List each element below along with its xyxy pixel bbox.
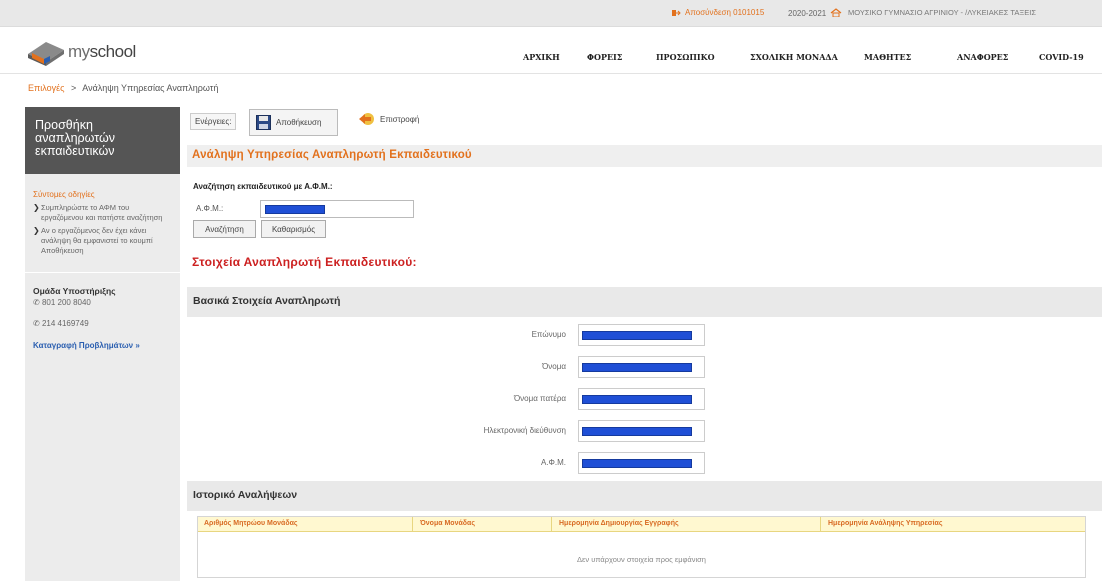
empty-table-message: Δεν υπάρχουν στοιχεία προς εμφάνιση bbox=[577, 555, 706, 564]
afm-detail-label: Α.Φ.Μ. bbox=[540, 458, 566, 467]
action-toolbar: Ενέργειες: Αποθήκευση Επιστροφή bbox=[187, 107, 1102, 145]
school-year: 2020-2021 bbox=[788, 9, 827, 18]
nav-covid[interactable]: COVID-19 bbox=[1039, 52, 1084, 62]
col-unit-registry[interactable]: Αριθμός Μητρώου Μονάδας bbox=[204, 520, 298, 527]
afm-search-input[interactable] bbox=[260, 200, 414, 218]
history-table: Αριθμός Μητρώου Μονάδας Όνομα Μονάδας Ημ… bbox=[197, 516, 1086, 578]
col-unit-name[interactable]: Όνομα Μονάδας bbox=[420, 520, 475, 527]
breadcrumb-options-link[interactable]: Επιλογές bbox=[28, 83, 64, 93]
redacted-value bbox=[582, 459, 692, 468]
arrow-right-icon: ❯ bbox=[33, 226, 40, 235]
nav-school-unit[interactable]: ΣΧΟΛΙΚΗ ΜΟΝΑΔΑ bbox=[750, 52, 838, 62]
support-title: Ομάδα Υποστήριξης bbox=[33, 286, 116, 296]
redacted-value bbox=[582, 395, 692, 404]
email-field[interactable] bbox=[578, 420, 705, 442]
help-title: Σύντομες οδηγίες bbox=[33, 190, 95, 199]
history-section-header: Ιστορικό Αναλήψεων bbox=[187, 481, 1102, 511]
firstname-field[interactable] bbox=[578, 356, 705, 378]
phone-icon: ✆ bbox=[33, 319, 42, 328]
fathername-label: Όνομα πατέρα bbox=[513, 394, 566, 403]
sidebar: Προσθήκη αναπληρωτών εκπαιδευτικών Σύντο… bbox=[25, 107, 180, 581]
school-name: ΜΟΥΣΙΚΟ ΓΥΜΝΑΣΙΟ ΑΓΡΙΝΙΟΥ - /ΛΥΚΕΙΑΚΕΣ Τ… bbox=[848, 8, 1036, 17]
logout-icon bbox=[672, 9, 681, 16]
report-problems-link[interactable]: Καταγραφή Προβλημάτων » bbox=[33, 341, 172, 350]
col-start-date[interactable]: Ημερομηνία Ανάληψης Υπηρεσίας bbox=[828, 520, 942, 527]
back-button[interactable]: Επιστροφή bbox=[357, 112, 419, 126]
school-selector[interactable]: ΜΟΥΣΙΚΟ ΓΥΜΝΑΣΙΟ ΑΓΡΙΝΙΟΥ - /ΛΥΚΕΙΑΚΕΣ Τ… bbox=[830, 8, 1036, 17]
column-divider bbox=[820, 517, 821, 532]
support-phone-1: ✆ 801 200 8040 bbox=[33, 298, 91, 307]
actions-label: Ενέργειες: bbox=[190, 113, 237, 130]
nav-bodies[interactable]: ΦΟΡΕΙΣ bbox=[587, 52, 622, 62]
details-title: Στοιχεία Αναπληρωτή Εκπαιδευτικού: bbox=[192, 255, 417, 269]
column-divider bbox=[412, 517, 413, 532]
help-item: ❯ Αν ο εργαζόμενος δεν έχει κάνει ανάληψη… bbox=[33, 226, 153, 255]
nav-home[interactable]: ΑΡΧΙΚΗ bbox=[523, 52, 560, 62]
nav-reports[interactable]: ΑΝΑΦΟΡΕΣ bbox=[957, 52, 1008, 62]
firstname-label: Όνομα bbox=[542, 362, 566, 371]
afm-detail-field[interactable] bbox=[578, 452, 705, 474]
fathername-field[interactable] bbox=[578, 388, 705, 410]
column-divider bbox=[551, 517, 552, 532]
top-utility-bar: Αποσύνδεση 0101015 2020-2021 ΜΟΥΣΙΚΟ ΓΥΜ… bbox=[0, 0, 1102, 27]
breadcrumb-separator: > bbox=[70, 83, 77, 93]
floppy-disk-icon bbox=[256, 115, 271, 130]
nav-students[interactable]: ΜΑΘΗΤΕΣ bbox=[864, 52, 911, 62]
arrow-right-icon: ❯ bbox=[33, 203, 40, 212]
back-arrow-icon bbox=[359, 113, 374, 125]
history-table-header: Αριθμός Μητρώου Μονάδας Όνομα Μονάδας Ημ… bbox=[198, 517, 1085, 532]
email-label: Ηλεκτρονική διεύθυνση bbox=[483, 426, 566, 435]
redacted-value bbox=[582, 427, 692, 436]
back-label: Επιστροφή bbox=[380, 114, 420, 124]
support-phone-2: ✆ 214 4169749 bbox=[33, 319, 89, 328]
help-box: Σύντομες οδηγίες ❯ Συμπληρώστε το ΑΦΜ του… bbox=[25, 174, 180, 256]
site-header: myschool ΑΡΧΙΚΗ ΦΟΡΕΙΣ ΠΡΟΣΩΠΙΚΟ ΣΧΟΛΙΚΗ… bbox=[0, 28, 1102, 74]
redacted-value bbox=[265, 205, 325, 214]
save-button[interactable]: Αποθήκευση bbox=[249, 109, 338, 136]
basic-section-header: Βασικά Στοιχεία Αναπληρωτή bbox=[187, 287, 1102, 317]
history-section-title: Ιστορικό Αναλήψεων bbox=[193, 489, 298, 501]
breadcrumb-current: Ανάληψη Υπηρεσίας Αναπληρωτή bbox=[82, 83, 219, 93]
sidebar-title: Προσθήκη αναπληρωτών εκπαιδευτικών bbox=[25, 107, 180, 174]
page-title: Ανάληψη Υπηρεσίας Αναπληρωτή Εκπαιδευτικ… bbox=[192, 149, 472, 161]
logout-link[interactable]: Αποσύνδεση 0101015 bbox=[672, 8, 764, 17]
surname-label: Επώνυμο bbox=[531, 330, 566, 339]
search-button[interactable]: Αναζήτηση bbox=[193, 220, 256, 238]
redacted-value bbox=[582, 363, 692, 372]
clear-button[interactable]: Καθαρισμός bbox=[261, 220, 326, 238]
support-box: Ομάδα Υποστήριξης ✆ 801 200 8040 ✆ 214 4… bbox=[25, 273, 180, 350]
save-label: Αποθήκευση bbox=[276, 118, 322, 127]
logout-label: Αποσύνδεση 0101015 bbox=[685, 8, 765, 17]
search-heading: Αναζήτηση εκπαιδευτικού με Α.Φ.Μ.: bbox=[193, 182, 333, 191]
surname-field[interactable] bbox=[578, 324, 705, 346]
help-item: ❯ Συμπληρώστε το ΑΦΜ του εργαζόμενου και … bbox=[33, 203, 163, 222]
home-icon bbox=[830, 8, 842, 17]
nav-staff[interactable]: ΠΡΟΣΩΠΙΚΟ bbox=[656, 52, 715, 62]
breadcrumb: Επιλογές > Ανάληψη Υπηρεσίας Αναπληρωτή bbox=[28, 83, 218, 93]
redacted-value bbox=[582, 331, 692, 340]
afm-label: Α.Φ.Μ.: bbox=[196, 204, 224, 213]
col-created-date[interactable]: Ημερομηνία Δημιουργίας Εγγραφής bbox=[559, 520, 679, 527]
main-nav: ΑΡΧΙΚΗ ΦΟΡΕΙΣ ΠΡΟΣΩΠΙΚΟ ΣΧΟΛΙΚΗ ΜΟΝΑΔΑ Μ… bbox=[0, 52, 1102, 66]
page-title-bar: Ανάληψη Υπηρεσίας Αναπληρωτή Εκπαιδευτικ… bbox=[187, 145, 1102, 167]
basic-section-title: Βασικά Στοιχεία Αναπληρωτή bbox=[193, 295, 341, 307]
phone-icon: ✆ bbox=[33, 298, 42, 307]
